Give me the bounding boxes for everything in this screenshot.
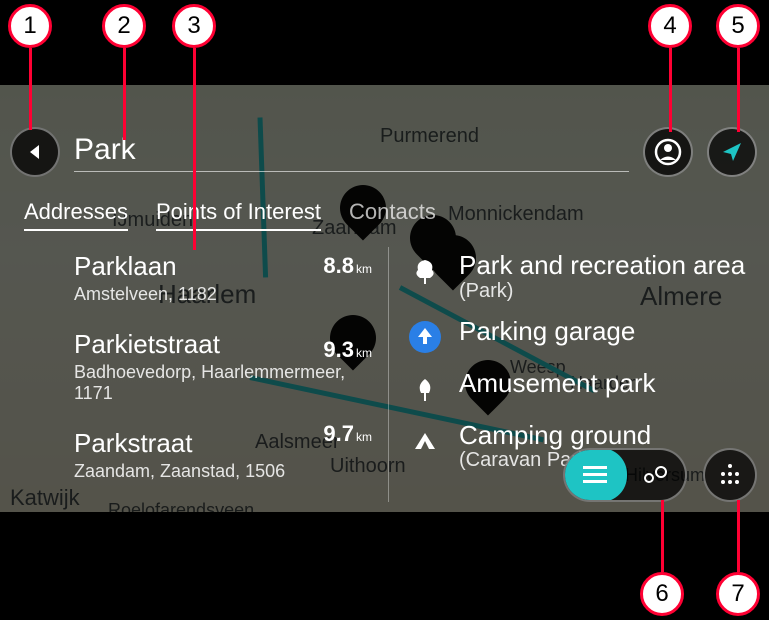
address-subtitle: Amstelveen, 1182 bbox=[74, 284, 376, 305]
keyboard-button[interactable] bbox=[703, 448, 757, 502]
tab-contacts[interactable]: Contacts bbox=[349, 199, 436, 231]
pins-icon bbox=[641, 464, 669, 486]
poi-subtitle: (Park) bbox=[459, 280, 757, 303]
address-subtitle: Zaandam, Zaanstad, 1506 bbox=[74, 461, 376, 482]
addresses-column: 8.8km Parklaan Amstelveen, 1182 9.3km Pa… bbox=[0, 243, 388, 512]
profile-button[interactable] bbox=[643, 127, 693, 177]
callout-line bbox=[737, 48, 740, 132]
poi-title: Park and recreation area bbox=[459, 251, 757, 280]
callout-4: 4 bbox=[648, 4, 692, 48]
poi-title: Camping ground bbox=[459, 421, 757, 450]
callout-line bbox=[737, 500, 740, 572]
address-result-item[interactable]: 9.7km Parkstraat Zaandam, Zaanstad, 1506 bbox=[74, 428, 376, 482]
tab-poi[interactable]: Points of Interest bbox=[156, 199, 321, 231]
parking-icon bbox=[407, 319, 443, 355]
poi-result-item[interactable]: Amusement park bbox=[407, 369, 757, 407]
back-button[interactable] bbox=[10, 127, 60, 177]
callout-5: 5 bbox=[716, 4, 760, 48]
keypad-icon bbox=[715, 460, 745, 490]
poi-result-item[interactable]: Park and recreation area (Park) bbox=[407, 251, 757, 303]
address-subtitle: Badhoevedorp, Haarlemmermeer, 1171 bbox=[74, 362, 376, 404]
amusement-icon bbox=[407, 371, 443, 407]
address-distance: 9.3km bbox=[323, 337, 372, 363]
callout-line bbox=[123, 48, 126, 140]
screen: Purmerend IJmuiden Zaandam Monnickendam … bbox=[0, 85, 769, 512]
callout-6: 6 bbox=[640, 572, 684, 616]
navigate-button[interactable] bbox=[707, 127, 757, 177]
callout-2: 2 bbox=[102, 4, 146, 48]
poi-title: Parking garage bbox=[459, 317, 757, 346]
address-result-item[interactable]: 9.3km Parkietstraat Badhoevedorp, Haarle… bbox=[74, 329, 376, 404]
list-view-toggle[interactable] bbox=[563, 448, 627, 502]
callout-3: 3 bbox=[172, 4, 216, 48]
back-arrow-icon bbox=[25, 142, 45, 162]
address-distance: 9.7km bbox=[323, 421, 372, 447]
navigate-arrow-icon bbox=[719, 139, 745, 165]
list-icon bbox=[583, 466, 607, 484]
callout-line bbox=[29, 48, 32, 130]
user-circle-icon bbox=[653, 137, 683, 167]
callout-1: 1 bbox=[8, 4, 52, 48]
park-tree-icon bbox=[407, 253, 443, 289]
callout-7: 7 bbox=[716, 572, 760, 616]
result-tabs: Addresses Points of Interest Contacts bbox=[24, 199, 436, 231]
poi-result-item[interactable]: Parking garage bbox=[407, 317, 757, 355]
search-query-text: Park bbox=[74, 133, 136, 166]
callout-line bbox=[669, 48, 672, 132]
tab-addresses[interactable]: Addresses bbox=[24, 199, 128, 231]
view-toggle[interactable] bbox=[563, 448, 687, 502]
bottom-controls bbox=[563, 448, 757, 502]
callout-line bbox=[193, 48, 196, 250]
address-result-item[interactable]: 8.8km Parklaan Amstelveen, 1182 bbox=[74, 251, 376, 305]
map-view-toggle[interactable] bbox=[625, 450, 685, 500]
camping-tent-icon bbox=[407, 423, 443, 459]
callout-line bbox=[661, 500, 664, 572]
search-input[interactable]: Park bbox=[74, 133, 629, 172]
address-distance: 8.8km bbox=[323, 253, 372, 279]
poi-title: Amusement park bbox=[459, 369, 757, 398]
